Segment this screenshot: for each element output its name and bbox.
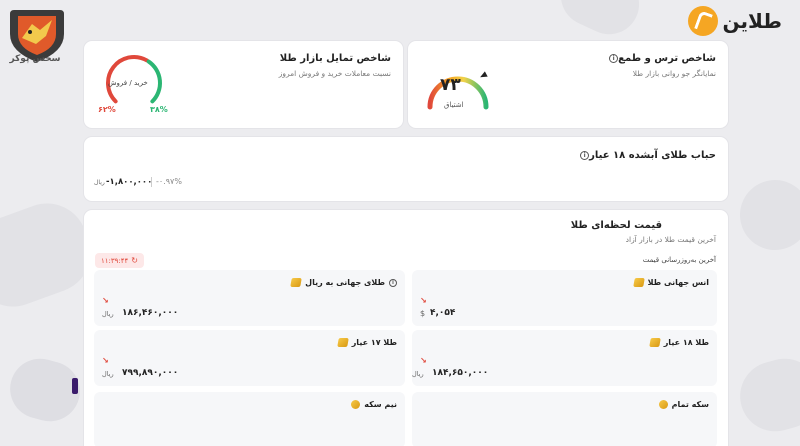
price-title-text: طلا ۱۷ عیار [351,338,397,347]
price-title: انس جهانی طلا [632,278,709,287]
info-icon[interactable]: i [389,278,397,287]
bubble-unit: ریال [94,179,105,186]
bg-shape [732,350,800,440]
gold-bar-icon [648,338,661,347]
price-box-full-coin[interactable]: سکه تمام [412,392,717,446]
price-box-17k[interactable]: طلا ۱۷ عیار ↘ ۷۹۹,۸۹۰,۰۰۰ ریال [94,330,405,386]
brand-name: طلاین [722,9,783,33]
price-box-global-rial[interactable]: i طلای جهانی به ریال ↘ ۱۸۶,۴۶۰,۰۰۰ ریال [94,270,405,326]
market-sentiment-card: شاخص تمایل بازار طلا نسبت معاملات خرید و… [84,41,403,128]
sentiment-title: شاخص تمایل بازار طلا [279,53,391,64]
price-unit: ریال [102,310,114,318]
brand-logo[interactable]: طلاین [688,6,783,36]
price-title: سکه تمام [658,400,709,409]
sentiment-subtitle: نسبت معاملات خرید و فروش امروز [278,69,391,78]
fear-greed-subtitle: نمایانگر جو روانی بازار طلا [632,69,716,78]
price-unit: $ [420,309,426,318]
coin-icon [351,400,361,409]
bg-shape [727,167,800,263]
bubble-title-text: حباب طلای آبشده ۱۸ عیار [589,150,716,161]
coin-icon [658,400,668,409]
price-title: نیم سکه [351,400,397,409]
price-value: ۷۹۹,۸۹۰,۰۰۰ [122,368,179,378]
price-title-text: سکه تمام [671,400,709,409]
watermark-text: سحس پوکر [9,54,61,64]
bubble-title: حباب طلای آبشده ۱۸ عیارi [577,150,716,161]
refresh-icon[interactable]: ↻ [131,256,138,265]
live-price-card: قیمت لحظه‌ای طلا آخرین قیمت طلا در بازار… [84,210,728,446]
gold-bubble-card: حباب طلای آبشده ۱۸ عیارi -۰.۹۷% -۱,۸۰۰,۰… [84,137,728,201]
live-subtitle: آخرین قیمت طلا در بازار آزاد [625,235,716,244]
price-box-18k[interactable]: طلا ۱۸ عیار ↘ ۱۸۴,۶۵۰,۰۰۰ ریال [412,330,717,386]
update-time-badge[interactable]: ۱۱:۳۹:۴۴ ↻ [95,253,144,268]
info-icon[interactable]: i [609,53,619,63]
fear-greed-state: اشتیاق [444,101,464,109]
down-arrow-icon: ↘ [102,356,109,365]
down-arrow-icon: ↘ [420,356,427,365]
bubble-value: -۱,۸۰۰,۰۰۰ [106,177,153,187]
decorative-mark [72,378,78,394]
fear-greed-title: شاخص ترس و طمعi [606,53,716,64]
price-title-text: نیم سکه [364,400,397,409]
down-arrow-icon: ↘ [102,296,109,305]
buy-arc [146,59,162,104]
price-title-text: انس جهانی طلا [647,278,709,287]
price-title: طلا ۱۸ عیار [648,338,709,347]
sentiment-center-label: خرید / فروش [108,79,148,87]
fear-greed-title-text: شاخص ترس و طمع [618,53,716,64]
gold-bar-icon [336,338,349,347]
update-label: آخرین به‌روزرسانی قیمت [642,256,716,264]
price-unit: ریال [412,370,424,378]
price-unit: ریال [102,370,114,378]
price-title-text: طلا ۱۸ عیار [663,338,709,347]
price-value: ۱۸۴,۶۵۰,۰۰۰ [432,368,489,378]
price-value: ۱۸۶,۴۶۰,۰۰۰ [122,308,179,318]
price-box-half-coin[interactable]: نیم سکه [94,392,405,446]
fear-greed-card: شاخص ترس و طمعi نمایانگر جو روانی بازار … [408,41,728,128]
price-title: طلا ۱۷ عیار [336,338,397,347]
gold-bar-icon [290,278,302,287]
down-arrow-icon: ↘ [420,296,427,305]
price-box-ounce[interactable]: انس جهانی طلا ↘ ۴,۰۵۴ $ [412,270,717,326]
info-icon[interactable]: i [580,150,590,160]
bg-shape [551,0,649,45]
update-time: ۱۱:۳۹:۴۴ [101,256,129,265]
gauge-needle [480,71,488,78]
sell-percent: ۶۲% [98,105,116,114]
buy-percent: ۳۸% [150,105,168,114]
brand-mark-icon [688,6,719,36]
fear-greed-value: ۷۳ [440,75,461,95]
price-value: ۴,۰۵۴ [430,308,456,318]
price-title: i طلای جهانی به ریال [290,278,397,287]
gold-bar-icon [632,278,645,287]
live-title: قیمت لحظه‌ای طلا [570,220,662,231]
price-title-text: طلای جهانی به ریال [305,278,385,287]
bubble-percent: -۰.۹۷% [156,177,182,186]
